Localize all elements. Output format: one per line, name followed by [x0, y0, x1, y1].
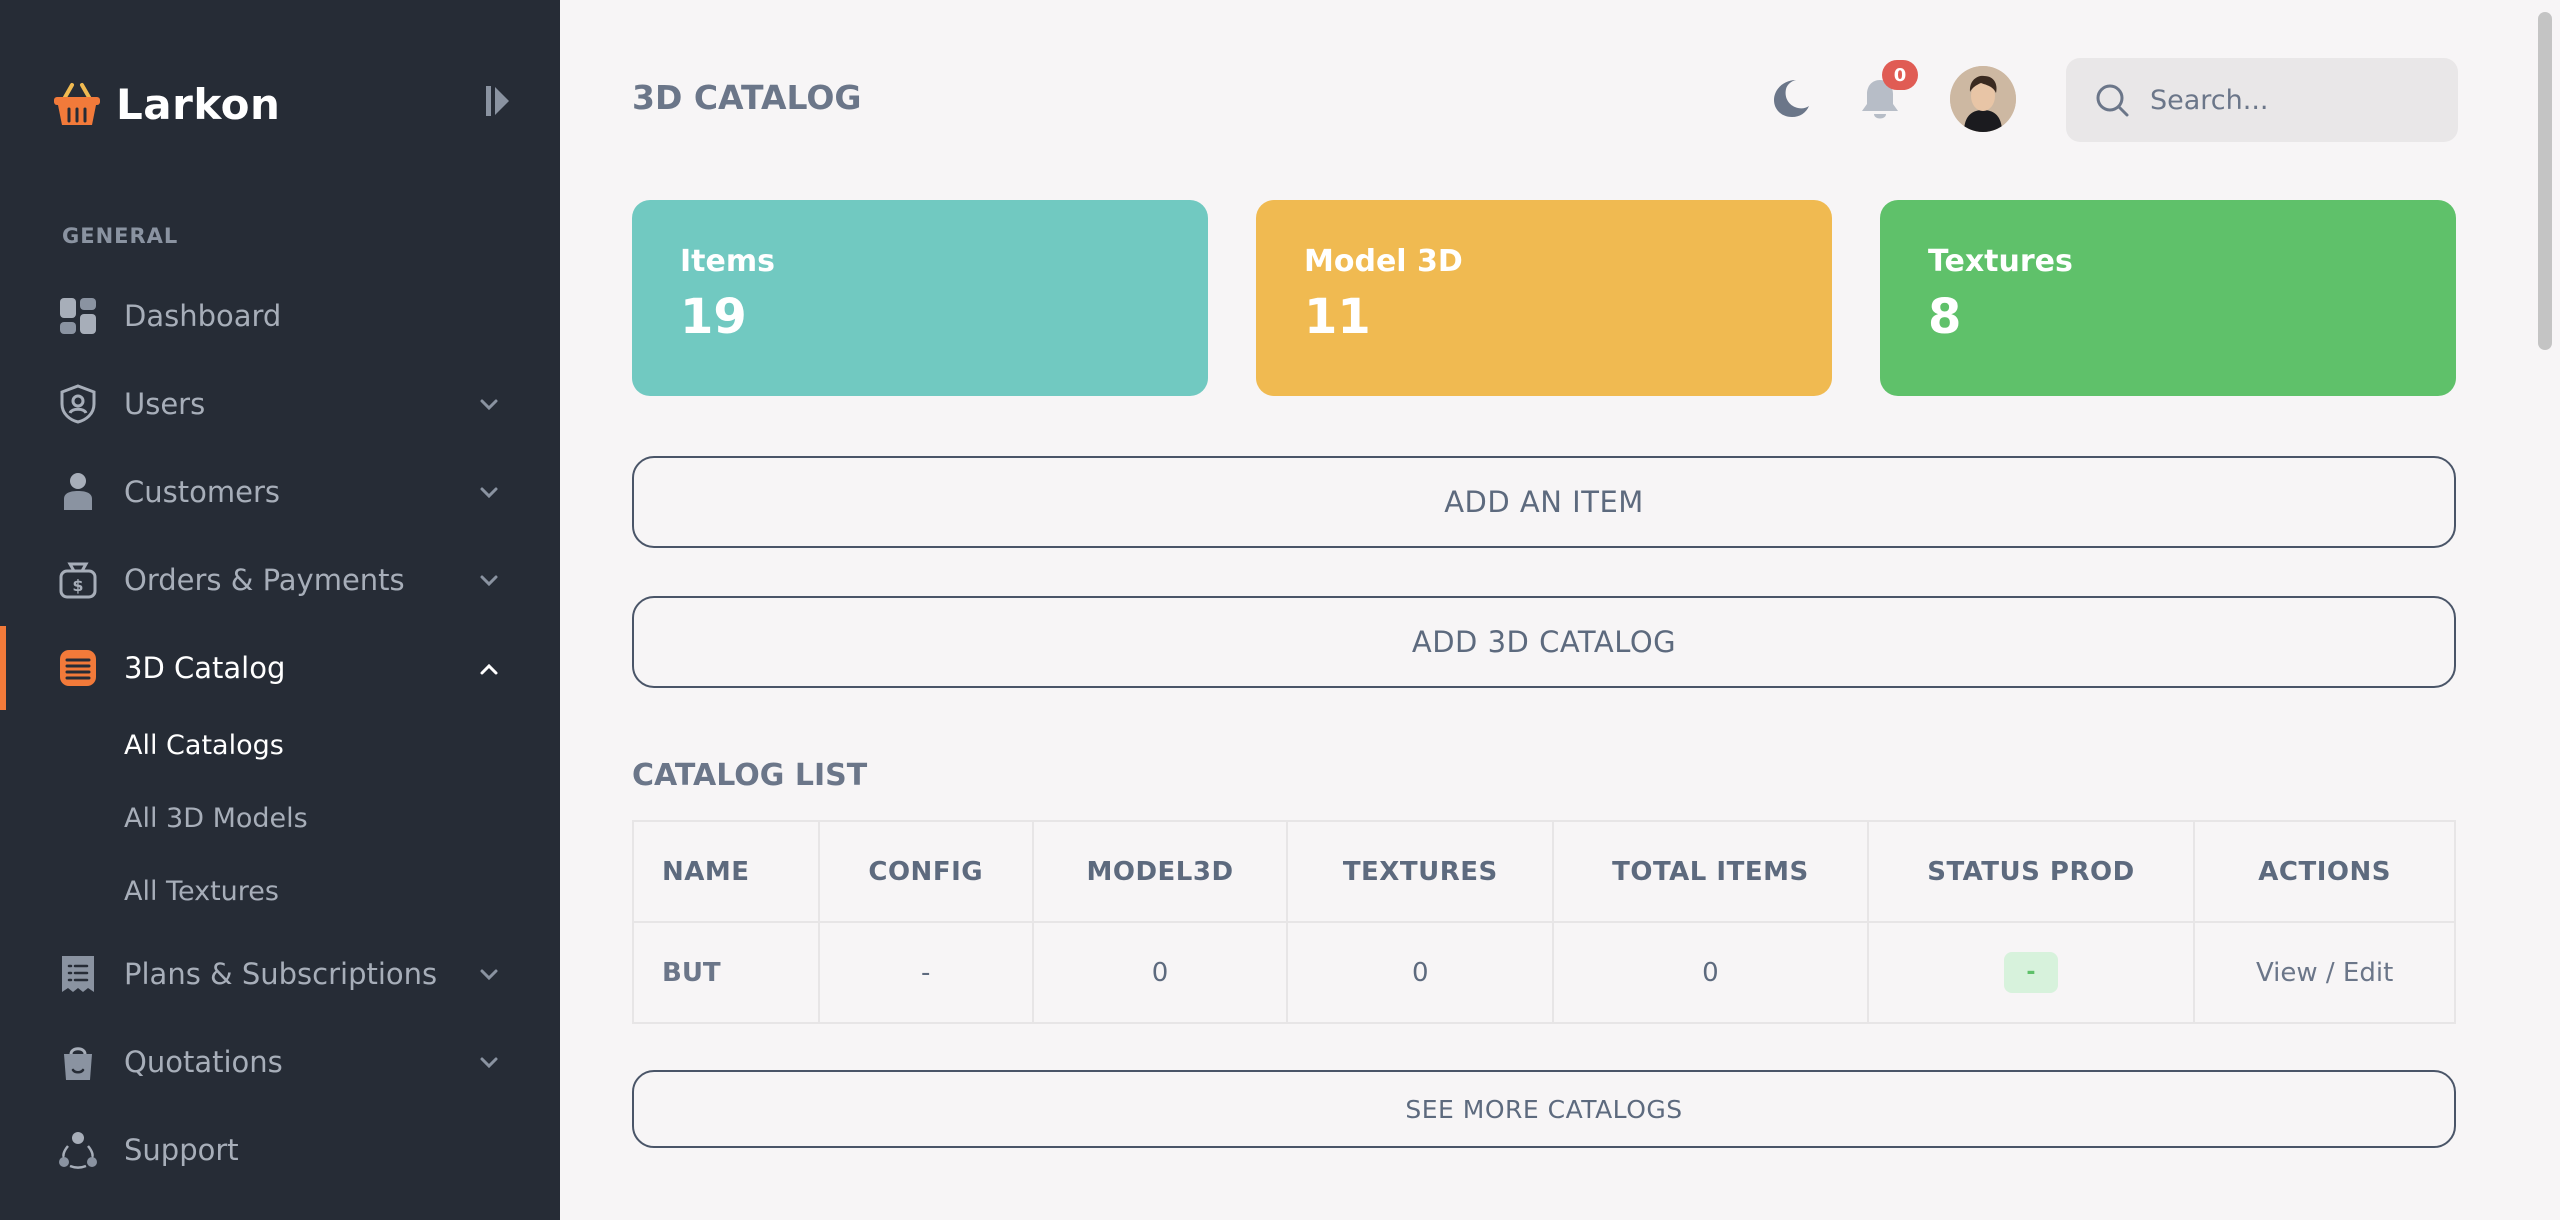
stat-card-items[interactable]: Items 19: [632, 200, 1208, 396]
sidebar-item-users[interactable]: Users: [0, 364, 560, 444]
stat-value: 11: [1304, 289, 1371, 345]
chevron-down-icon: [480, 399, 498, 411]
collapse-arrow-icon: [486, 86, 509, 116]
table-header-row: NAME CONFIG MODEL3D TEXTURES TOTAL ITEMS…: [632, 820, 2456, 923]
sidebar-subitem-all-catalogs[interactable]: All Catalogs: [124, 730, 284, 761]
stat-value: 8: [1928, 289, 1962, 345]
sidebar: Larkon GENERAL Dashboard Users Customers…: [0, 0, 560, 1220]
sidebar-item-orders-payments[interactable]: $ Orders & Payments: [0, 540, 560, 620]
notification-badge: 0: [1882, 60, 1918, 90]
status-badge: -: [2004, 952, 2058, 993]
catalog-table: NAME CONFIG MODEL3D TEXTURES TOTAL ITEMS…: [632, 820, 2456, 1024]
sidebar-item-dashboard[interactable]: Dashboard: [0, 276, 560, 356]
stat-card-model-3d[interactable]: Model 3D 11: [1256, 200, 1832, 396]
column-header-model3d: MODEL3D: [1031, 820, 1289, 923]
column-header-name: NAME: [632, 820, 820, 923]
sidebar-subitem-all-textures[interactable]: All Textures: [124, 876, 279, 907]
user-shield-icon: [58, 384, 98, 424]
sidebar-item-label: Customers: [124, 475, 280, 509]
column-header-textures: TEXTURES: [1286, 820, 1555, 923]
sidebar-item-customers[interactable]: Customers: [0, 452, 560, 532]
cell-actions: View / Edit: [2193, 921, 2456, 1024]
person-icon: [58, 472, 98, 512]
receipt-icon: [58, 954, 98, 994]
collapse-sidebar-button[interactable]: [484, 84, 512, 118]
sidebar-item-3d-catalog[interactable]: 3D Catalog: [0, 628, 560, 708]
chevron-up-icon: [480, 663, 498, 675]
brand-logo[interactable]: Larkon: [52, 78, 280, 130]
sidebar-item-label: Users: [124, 387, 206, 421]
theme-toggle-button[interactable]: [1768, 76, 1812, 120]
catalog-icon: [58, 648, 98, 688]
sidebar-item-plans-subscriptions[interactable]: Plans & Subscriptions: [0, 934, 560, 1014]
main-content: 3D CATALOG 0 Items 19 Model 3D 11: [560, 0, 2540, 1220]
user-avatar[interactable]: [1950, 66, 2016, 132]
chevron-down-icon: [480, 969, 498, 981]
cell-status-prod: -: [1866, 921, 2196, 1024]
cell-model3d: 0: [1031, 921, 1289, 1024]
sidebar-item-label: 3D Catalog: [124, 651, 286, 685]
sidebar-item-label: Quotations: [124, 1045, 283, 1079]
stat-label: Items: [680, 244, 775, 279]
cell-name: BUT: [632, 921, 820, 1024]
add-3d-catalog-button[interactable]: ADD 3D CATALOG: [632, 596, 2456, 688]
chevron-down-icon: [480, 1057, 498, 1069]
chevron-down-icon: [480, 487, 498, 499]
see-more-catalogs-button[interactable]: SEE MORE CATALOGS: [632, 1070, 2456, 1148]
cell-total-items: 0: [1552, 921, 1869, 1024]
basket-icon: [54, 83, 100, 125]
view-edit-link[interactable]: View / Edit: [2256, 958, 2393, 988]
section-label-general: GENERAL: [62, 224, 179, 248]
stat-value: 19: [680, 289, 747, 345]
scrollbar-thumb[interactable]: [2538, 12, 2552, 350]
search-icon: [2096, 84, 2129, 117]
stat-label: Textures: [1928, 244, 2073, 279]
search-box[interactable]: [2066, 58, 2458, 142]
moon-icon: [1774, 80, 1809, 117]
column-header-status-prod: STATUS PROD: [1866, 820, 2196, 923]
sidebar-item-label: Dashboard: [124, 299, 282, 333]
sidebar-item-label: Orders & Payments: [124, 563, 405, 597]
column-header-actions: ACTIONS: [2193, 820, 2456, 923]
sidebar-item-support[interactable]: Support: [0, 1110, 560, 1190]
chevron-down-icon: [480, 575, 498, 587]
column-header-config: CONFIG: [817, 820, 1034, 923]
stat-card-textures[interactable]: Textures 8: [1880, 200, 2456, 396]
cell-textures: 0: [1286, 921, 1555, 1024]
sidebar-item-label: Plans & Subscriptions: [124, 957, 438, 991]
sidebar-item-quotations[interactable]: Quotations: [0, 1022, 560, 1102]
column-header-total-items: TOTAL ITEMS: [1552, 820, 1869, 923]
page-title: 3D CATALOG: [632, 78, 862, 117]
table-row: BUT - 0 0 0 - View / Edit: [632, 921, 2456, 1024]
support-icon: [58, 1130, 98, 1170]
money-bag-icon: $: [58, 560, 98, 600]
sidebar-subitem-all-3d-models[interactable]: All 3D Models: [124, 803, 308, 834]
dashboard-icon: [58, 296, 98, 336]
search-input[interactable]: [2150, 58, 2440, 142]
shopping-bag-icon: [58, 1042, 98, 1082]
add-item-button[interactable]: ADD AN ITEM: [632, 456, 2456, 548]
sidebar-item-label: Support: [124, 1133, 239, 1167]
stat-label: Model 3D: [1304, 244, 1463, 279]
catalog-list-title: CATALOG LIST: [632, 758, 868, 793]
avatar-image: [1950, 66, 2016, 132]
brand-name: Larkon: [116, 79, 281, 129]
svg-text:$: $: [72, 576, 83, 595]
cell-config: -: [817, 921, 1034, 1024]
